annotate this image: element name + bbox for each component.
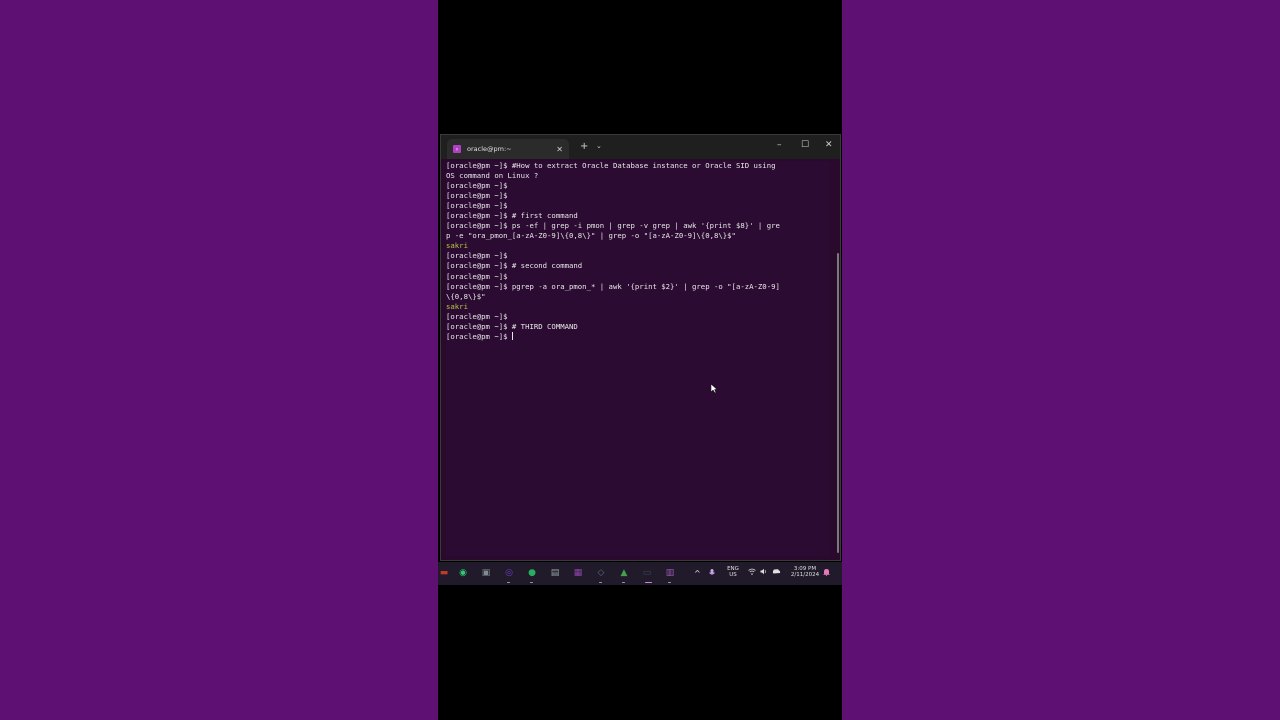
terminal-line-text: [oracle@pm ~]$ [446,191,508,201]
notification-bell-icon[interactable] [823,568,830,578]
terminal-line-text: [oracle@pm ~]$ pgrep -a ora_pmon_* | awk… [446,281,780,291]
notepad-icon[interactable]: ▤ [549,567,561,579]
terminal-command-line: [oracle@pm ~]$ [446,181,828,191]
terminal-command-line: [oracle@pm ~]$ # first command [446,211,828,221]
tab-title: oracle@pm:~ [467,145,512,153]
terminal-line-text: p -e "ora_pmon_[a-zA-Z0-9]\{0,8\}" | gre… [446,231,736,241]
terminal-line-text: \{0,8\}$" [446,291,486,301]
terminal-command-line: [oracle@pm ~]$ ps -ef | grep -i pmon | g… [446,221,828,231]
terminal-line-text: [oracle@pm ~]$ ps -ef | grep -i pmon | g… [446,221,780,231]
terminal-output[interactable]: [oracle@pm ~]$ #How to extract Oracle Da… [446,161,830,556]
microphone-icon[interactable] [709,569,715,579]
date: 2/11/2024 [790,572,820,578]
edge-icon[interactable]: ◉ [457,567,469,579]
close-window-button[interactable]: ✕ [825,140,833,150]
apps-icon[interactable]: ▦ [572,567,584,579]
terminal-line-text: [oracle@pm ~]$ [446,251,508,261]
file-explorer-icon[interactable]: ▬ [438,567,450,579]
terminal-command-line: [oracle@pm ~]$ # THIRD COMMAND [446,322,828,332]
terminal-command-line: [oracle@pm ~]$ # second command [446,261,828,271]
terminal-line-text: OS command on Linux ? [446,171,539,181]
background-right [842,0,1280,720]
chevron-down-icon[interactable]: ⌄ [596,142,602,150]
terminal-command-line: [oracle@pm ~]$ [446,191,828,201]
whatsapp-icon[interactable]: ◎ [503,567,515,579]
terminal-icon: › [453,145,461,153]
chevron-up-icon[interactable]: ^ [694,569,701,578]
close-icon[interactable]: ✕ [556,145,563,154]
running-indicator [530,582,533,583]
terminal-command-line: \{0,8\}$" [446,292,828,302]
onenote-icon[interactable]: ▥ [664,567,676,579]
terminal-command-line: [oracle@pm ~]$ [446,251,828,261]
running-indicator [599,582,602,583]
terminal-line-text: [oracle@pm ~]$ [446,311,508,321]
terminal-line-text: [oracle@pm ~]$ [446,331,512,341]
terminal-lines: [oracle@pm ~]$ #How to extract Oracle Da… [446,161,828,342]
tab-oracle[interactable]: › oracle@pm:~ ✕ [447,139,569,159]
volume-icon[interactable] [760,568,767,577]
terminal-window[interactable]: › oracle@pm:~ ✕ + ⌄ – ☐ ✕ [oracle@pm ~]$… [440,134,841,561]
terminal-command-line: [oracle@pm ~]$ [446,312,828,322]
region-code: US [729,572,737,578]
terminal-line-text: sakri [446,301,468,311]
terminal-command-line: [oracle@pm ~]$ [446,331,828,342]
terminal-icon[interactable]: ▭ [641,567,653,579]
terminal-line-text: [oracle@pm ~]$ [446,181,508,191]
terminal-command-line: [oracle@pm ~]$ pgrep -a ora_pmon_* | awk… [446,282,828,292]
terminal-command-line: p -e "ora_pmon_[a-zA-Z0-9]\{0,8\}" | gre… [446,231,828,241]
terminal-command-line: [oracle@pm ~]$ [446,201,828,211]
running-indicator [507,582,510,583]
minimize-button[interactable]: – [777,140,782,150]
taskbar: ^ ENG US 3:09 PM 2/11/2024 ▬ ◉ ▣ ◎ ● ▤ ▦ ◇ ▲ ▭ ▥ [438,562,842,585]
wifi-icon[interactable] [748,568,756,577]
text-cursor [511,331,513,340]
terminal-line-text: [oracle@pm ~]$ #How to extract Oracle Da… [446,161,776,170]
terminal-line-text: [oracle@pm ~]$ # THIRD COMMAND [446,321,578,331]
vscode-icon[interactable]: ▲ [618,567,630,579]
background-left [0,0,438,720]
battery-icon[interactable] [772,568,781,577]
language-indicator[interactable]: ENG US [724,566,742,578]
title-bar[interactable]: › oracle@pm:~ ✕ + ⌄ – ☐ ✕ [441,135,840,159]
terminal-command-line: [oracle@pm ~]$ #How to extract Oracle Da… [446,161,828,171]
terminal-output-line: sakri [446,241,828,251]
remote-desktop-icon[interactable]: ▣ [480,567,492,579]
running-indicator [622,582,625,583]
mouse-cursor [710,379,719,398]
terminal-output-line: sakri [446,302,828,312]
terminal-line-text: [oracle@pm ~]$ # first command [446,211,578,221]
virtualbox-icon[interactable]: ◇ [595,567,607,579]
clock[interactable]: 3:09 PM 2/11/2024 [788,566,822,578]
terminal-line-text: [oracle@pm ~]$ [446,271,508,281]
chrome-icon[interactable]: ● [526,567,538,579]
terminal-line-text: [oracle@pm ~]$ # second command [446,261,583,271]
terminal-command-line: [oracle@pm ~]$ [446,272,828,282]
maximize-button[interactable]: ☐ [801,140,809,150]
terminal-command-line: OS command on Linux ? [446,171,828,181]
new-tab-button[interactable]: + [580,141,588,152]
running-indicator [668,582,671,583]
terminal-line-text: [oracle@pm ~]$ [446,201,508,211]
running-indicator [645,582,652,583]
scrollbar[interactable] [837,253,839,553]
terminal-line-text: sakri [446,241,468,251]
